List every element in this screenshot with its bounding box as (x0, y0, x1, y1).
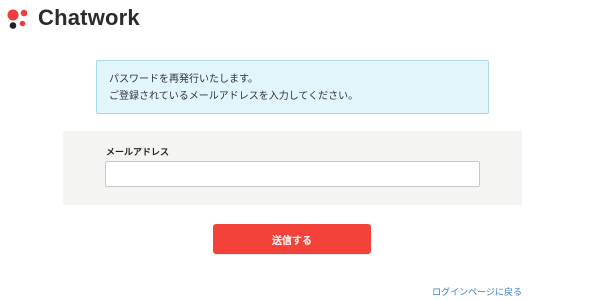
info-notice: パスワードを再発行いたします。 ご登録されているメールアドレスを入力してください… (96, 60, 489, 114)
back-to-login-link[interactable]: ログインページに戻る (432, 285, 522, 298)
submit-button[interactable]: 送信する (213, 224, 371, 254)
email-label: メールアドレス (106, 148, 170, 158)
email-form-panel: メールアドレス (63, 131, 522, 205)
notice-line-2: ご登録されているメールアドレスを入力してください。 (109, 91, 359, 102)
password-reset-page: Chatwork パスワードを再発行いたします。 ご登録されているメールアドレス… (0, 0, 600, 300)
brand-name: Chatwork (38, 5, 140, 30)
chatwork-logo-icon (7, 9, 28, 29)
email-field[interactable] (105, 161, 480, 187)
chatwork-logo[interactable]: Chatwork (4, 4, 140, 32)
notice-line-1: パスワードを再発行いたします。 (109, 74, 258, 85)
